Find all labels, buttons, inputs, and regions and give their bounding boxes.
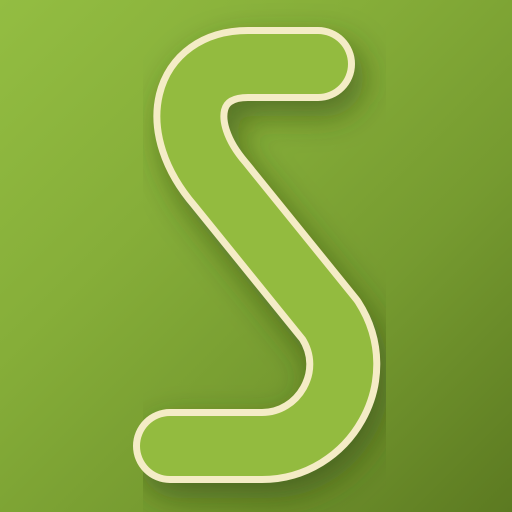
app-icon (0, 0, 512, 512)
s-letter-icon (133, 27, 390, 498)
